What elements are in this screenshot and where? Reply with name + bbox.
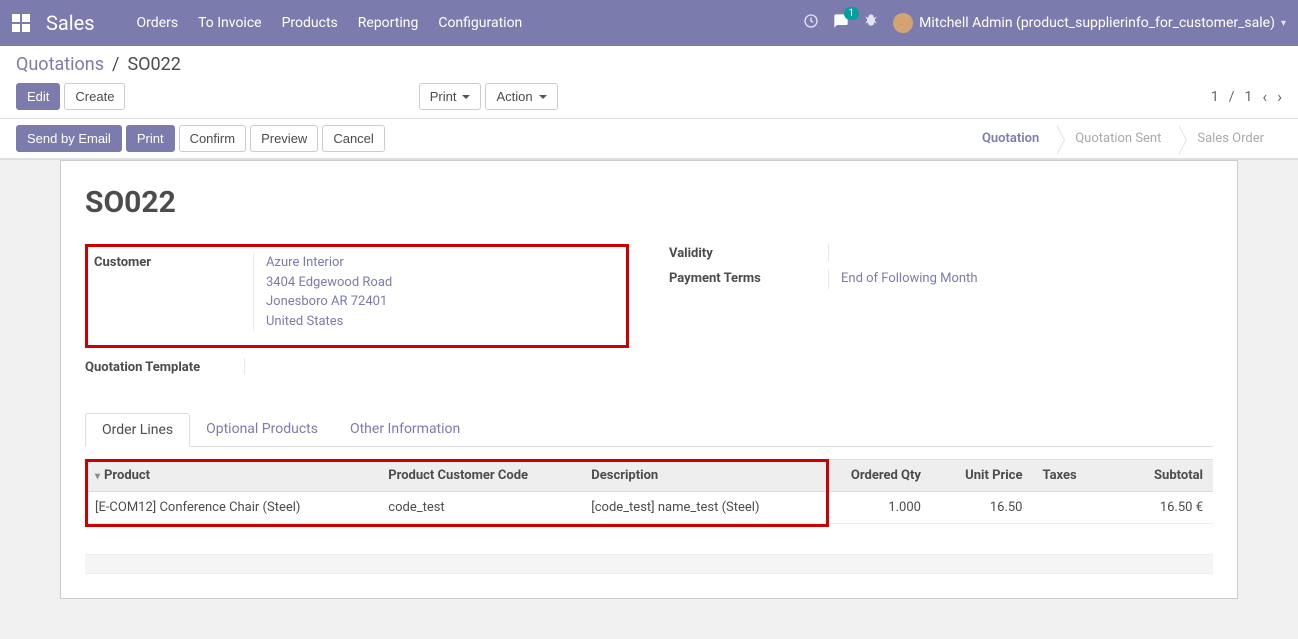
th-unit-price[interactable]: Unit Price	[931, 460, 1033, 492]
top-navbar: Sales Orders To Invoice Products Reporti…	[0, 0, 1298, 46]
action-dropdown[interactable]: Action	[485, 83, 557, 110]
user-menu[interactable]: Mitchell Admin (product_supplierinfo_for…	[893, 13, 1286, 33]
th-ordered-qty[interactable]: Ordered Qty	[818, 460, 931, 492]
avatar-icon	[893, 13, 913, 33]
stage-sales-order[interactable]: Sales Order	[1179, 125, 1282, 152]
breadcrumb: Quotations / SO022	[16, 54, 1282, 75]
cell-taxes	[1032, 492, 1111, 524]
customer-name-link[interactable]: Azure Interior	[266, 253, 620, 273]
cell-ordered-qty: 1.000	[818, 492, 931, 524]
pager-next-icon[interactable]: ›	[1277, 87, 1282, 106]
preview-button[interactable]: Preview	[250, 125, 318, 152]
control-panel: Quotations / SO022 Edit Create Print Act…	[0, 46, 1298, 119]
debug-icon[interactable]	[863, 13, 879, 33]
breadcrumb-current: SO022	[127, 54, 180, 75]
stage-quotation[interactable]: Quotation	[964, 125, 1057, 152]
form-background: SO022 Customer Azure Interior 3404 Edgew…	[0, 159, 1298, 639]
print-button[interactable]: Print	[126, 125, 175, 152]
customer-country: United States	[266, 312, 620, 332]
th-description[interactable]: Description	[581, 460, 818, 492]
customer-label: Customer	[94, 253, 254, 331]
cell-customer-code: code_test	[378, 492, 581, 524]
quotation-template-value	[257, 358, 629, 375]
main-menu: Orders To Invoice Products Reporting Con…	[137, 15, 523, 31]
cell-unit-price: 16.50	[931, 492, 1033, 524]
stage-quotation-sent[interactable]: Quotation Sent	[1057, 125, 1179, 152]
cell-description: [code_test] name_test (Steel)	[581, 492, 818, 524]
breadcrumb-sep: /	[112, 54, 119, 75]
create-button[interactable]: Create	[64, 83, 125, 110]
table-header-row: ▾ Product Product Customer Code Descripti…	[85, 460, 1213, 492]
messages-icon[interactable]: 1	[833, 13, 849, 33]
th-product[interactable]: Product	[104, 468, 150, 483]
confirm-button[interactable]: Confirm	[179, 125, 247, 152]
pager-current: 1	[1211, 89, 1219, 105]
pager-sep: /	[1229, 89, 1235, 105]
caret-down-icon: ▾	[1281, 18, 1286, 29]
edit-button[interactable]: Edit	[16, 83, 60, 110]
record-title: SO022	[85, 185, 1213, 220]
table-footer-spacer	[85, 554, 1213, 574]
send-by-email-button[interactable]: Send by Email	[16, 125, 122, 152]
menu-products[interactable]: Products	[282, 15, 338, 31]
print-dropdown[interactable]: Print	[419, 83, 482, 110]
payment-terms-value[interactable]: End of Following Month	[841, 269, 1213, 289]
column-toggle-icon[interactable]: ▾	[95, 471, 100, 482]
menu-reporting[interactable]: Reporting	[358, 15, 419, 31]
topbar-right: 1 Mitchell Admin (product_supplierinfo_f…	[803, 13, 1286, 33]
validity-value	[841, 244, 1213, 261]
menu-configuration[interactable]: Configuration	[438, 15, 522, 31]
status-stages: Quotation Quotation Sent Sales Order	[964, 125, 1282, 152]
th-subtotal[interactable]: Subtotal	[1111, 460, 1213, 492]
th-customer-code[interactable]: Product Customer Code	[378, 460, 581, 492]
customer-highlight: Customer Azure Interior 3404 Edgewood Ro…	[85, 244, 629, 348]
user-name: Mitchell Admin (product_supplierinfo_for…	[919, 15, 1275, 31]
menu-orders[interactable]: Orders	[137, 15, 179, 31]
pager-prev-icon[interactable]: ‹	[1262, 87, 1267, 106]
status-bar: Send by Email Print Confirm Preview Canc…	[0, 119, 1298, 159]
app-title[interactable]: Sales	[46, 11, 95, 35]
notebook-tabs: Order Lines Optional Products Other Info…	[85, 413, 1213, 447]
validity-label: Validity	[669, 244, 829, 261]
tab-other-information[interactable]: Other Information	[334, 413, 476, 446]
menu-to-invoice[interactable]: To Invoice	[198, 15, 262, 31]
quotation-template-label: Quotation Template	[85, 358, 245, 375]
tab-order-lines[interactable]: Order Lines	[85, 413, 190, 447]
table-row[interactable]: [E-COM12] Conference Chair (Steel) code_…	[85, 492, 1213, 524]
order-lines-table-wrap: ▾ Product Product Customer Code Descripti…	[85, 459, 1213, 524]
order-lines-table: ▾ Product Product Customer Code Descripti…	[85, 459, 1213, 524]
breadcrumb-parent[interactable]: Quotations	[16, 54, 104, 75]
tab-optional-products[interactable]: Optional Products	[190, 413, 334, 446]
form-sheet: SO022 Customer Azure Interior 3404 Edgew…	[60, 160, 1238, 599]
cancel-button[interactable]: Cancel	[322, 125, 384, 152]
apps-icon[interactable]	[12, 14, 30, 32]
customer-value: Azure Interior 3404 Edgewood Road Jonesb…	[266, 253, 620, 331]
payment-terms-label: Payment Terms	[669, 269, 829, 289]
pager-total: 1	[1245, 89, 1253, 105]
th-taxes[interactable]: Taxes	[1032, 460, 1111, 492]
activity-icon[interactable]	[803, 13, 819, 33]
pager: 1 / 1 ‹ ›	[1211, 87, 1282, 106]
customer-city: Jonesboro AR 72401	[266, 292, 620, 312]
cell-product: [E-COM12] Conference Chair (Steel)	[85, 492, 378, 524]
cell-subtotal: 16.50 €	[1111, 492, 1213, 524]
messages-badge: 1	[844, 7, 860, 20]
customer-street: 3404 Edgewood Road	[266, 273, 620, 293]
